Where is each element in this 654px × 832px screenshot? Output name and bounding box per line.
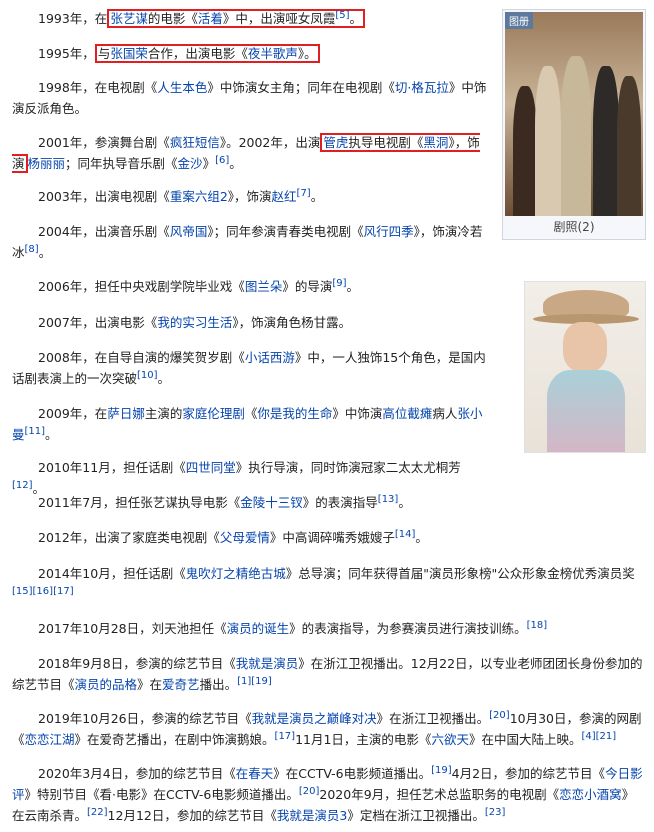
career-1998: 1998年，在电视剧《人生本色》中饰演女主角；同年在电视剧《切·格瓦拉》中饰演反… <box>12 80 487 116</box>
career-2004: 2004年，出演音乐剧《风帝国》；同年参演青春类电视剧《风行四季》，饰演冷若冰[… <box>12 224 483 260</box>
ref-12[interactable]: [12] <box>12 480 33 491</box>
career-2018: 2018年9月8日，参演的综艺节目《我就是演员》在浙江卫视播出。12月22日，以… <box>12 656 643 692</box>
career-2014: 2014年10月，担任话剧《鬼吹灯之精绝古城》总导演；同年获得首届"演员形象榜"… <box>12 566 635 597</box>
link-flowers-of-war[interactable]: 金陵十三钗 <box>240 495 303 510</box>
ref-21[interactable]: [21] <box>596 731 617 742</box>
portrait-photo[interactable] <box>524 281 646 453</box>
career-2020: 2020年3月4日，参加的综艺节目《在春天》在CCTV-6电影频道播出。[19]… <box>12 764 643 823</box>
link-xiaohua-xiyou[interactable]: 小话西游 <box>245 350 295 365</box>
link-liuyu-tian[interactable]: 六欲天 <box>431 732 469 747</box>
ref-20[interactable]: [20] <box>299 786 320 797</box>
ref-8[interactable]: [8] <box>25 244 39 255</box>
ref-15[interactable]: [15] <box>12 586 33 597</box>
link-paraplegia[interactable]: 高位截瘫 <box>382 406 432 421</box>
ref-23[interactable]: [23] <box>485 807 506 818</box>
link-wo-jiushi-yanyuan[interactable]: 我就是演员 <box>236 656 299 671</box>
link-leslie-cheung[interactable]: 张国荣 <box>110 46 148 61</box>
link-fumu-aiqing[interactable]: 父母爱情 <box>220 530 270 545</box>
link-guichuideng[interactable]: 鬼吹灯之精绝古城 <box>186 566 286 581</box>
link-feng-diguo[interactable]: 风帝国 <box>170 224 208 239</box>
career-2011: 2011年7月，担任张艺谋执导电影《金陵十三钗》的表演指导[13]。 <box>38 493 411 510</box>
career-2012: 2012年，出演了家庭类电视剧《父母爱情》中高调碎嘴秀娥嫂子[14]。 <box>38 528 428 545</box>
ref-9[interactable]: [9] <box>332 278 346 289</box>
career-1993: 1993年，在 张艺谋的电影《活着》中，出演哑女凤霞[5]。 <box>12 8 490 29</box>
photo-gallery[interactable]: 图册 剧照(2) <box>502 9 646 240</box>
ref-7[interactable]: [7] <box>297 188 311 199</box>
link-yanyuan-de-pinge[interactable]: 演员的品格 <box>75 677 138 692</box>
ref-10[interactable]: [10] <box>137 370 158 381</box>
link-phantom-lover[interactable]: 夜半歌声 <box>248 46 298 61</box>
ref-6[interactable]: [6] <box>215 155 229 166</box>
link-lianlian-xiaojiuwo[interactable]: 恋恋小酒窝 <box>559 787 622 802</box>
gallery-badge: 图册 <box>505 12 533 29</box>
link-fengxing-siji[interactable]: 风行四季 <box>364 224 414 239</box>
link-yang-lili[interactable]: 杨丽丽 <box>28 156 66 171</box>
link-fengkuang-duanxin[interactable]: 疯狂短信 <box>170 135 220 150</box>
ref-22[interactable]: [22] <box>87 807 108 818</box>
career-2007: 2007年，出演电影《我的实习生活》，饰演角色杨甘露。 <box>38 315 352 330</box>
link-guan-hu[interactable]: 管虎 <box>323 135 348 150</box>
career-2006: 2006年，担任中央戏剧学院毕业戏《图兰朵》的导演[9]。 <box>38 277 360 294</box>
ref-1[interactable]: [1] <box>237 676 251 687</box>
link-rensheng-bense[interactable]: 人生本色 <box>157 80 207 95</box>
link-sarina[interactable]: 萨日娜 <box>107 406 145 421</box>
link-yanyuan-de-dansheng[interactable]: 演员的诞生 <box>227 621 290 636</box>
ref-14[interactable]: [14] <box>395 529 416 540</box>
ref-20[interactable]: [20] <box>489 710 510 721</box>
ref-19[interactable]: [19] <box>251 676 272 687</box>
link-family-drama[interactable]: 家庭伦理剧 <box>182 406 245 421</box>
ref-4[interactable]: [4] <box>581 731 595 742</box>
link-wo-jiushi-yanyuan-3[interactable]: 我就是演员3 <box>277 808 347 823</box>
ref-18[interactable]: [18] <box>527 620 548 631</box>
link-jinsha[interactable]: 金沙 <box>178 156 203 171</box>
link-dianfeng-duijue[interactable]: 我就是演员之巅峰对决 <box>252 711 377 726</box>
career-2008: 2008年，在自导自演的爆笑贺岁剧《小话西游》中，一人独饰15个角色，是国内话剧… <box>12 350 486 386</box>
gallery-image[interactable] <box>505 12 643 216</box>
ref-17[interactable]: [17] <box>275 731 296 742</box>
link-che-guevara[interactable]: 切·格瓦拉 <box>395 80 449 95</box>
career-2019: 2019年10月26日，参演的综艺节目《我就是演员之巅峰对决》在浙江卫视播出。[… <box>12 709 642 747</box>
ref-17[interactable]: [17] <box>53 586 74 597</box>
career-2003: 2003年，出演电视剧《重案六组2》，饰演赵红[7]。 <box>38 187 324 204</box>
link-sishi-tongtang[interactable]: 四世同堂 <box>186 460 236 475</box>
link-zai-chuntian[interactable]: 在春天 <box>236 766 274 781</box>
gallery-caption[interactable]: 剧照(2) <box>503 218 645 235</box>
link-zhang-yimou[interactable]: 张艺谋 <box>110 11 148 26</box>
link-iqiyi[interactable]: 爱奇艺 <box>162 677 200 692</box>
link-black-hole[interactable]: 黑洞 <box>423 135 448 150</box>
highlight-box: 与张国荣合作，出演电影《夜半歌声》。 <box>94 44 320 63</box>
link-zhongan-liuzu-2[interactable]: 重案六组2 <box>170 189 228 204</box>
ref-13[interactable]: [13] <box>378 494 399 505</box>
career-1995: 1995年， 与张国荣合作，出演电影《夜半歌声》。 <box>12 43 490 64</box>
ref-19[interactable]: [19] <box>431 765 452 776</box>
link-lianlian-jianghu[interactable]: 恋恋江湖 <box>25 732 75 747</box>
career-2001: 2001年，参演舞台剧《疯狂短信》。2002年，出演 管虎执导电视剧《黑洞》，饰演… <box>12 133 480 173</box>
link-shixi-shenghuo[interactable]: 我的实习生活 <box>157 315 232 330</box>
link-to-live[interactable]: 活着 <box>198 11 223 26</box>
ref-11[interactable]: [11] <box>25 426 46 437</box>
ref-5[interactable]: [5] <box>335 10 349 21</box>
ref-16[interactable]: [16] <box>33 586 54 597</box>
career-2017: 2017年10月28日，刘天池担任《演员的诞生》的表演指导，为参赛演员进行演技训… <box>38 619 548 636</box>
career-2009: 2009年，在萨日娜主演的家庭伦理剧《你是我的生命》中饰演高位截瘫病人张小曼[1… <box>12 406 483 442</box>
highlight-box: 张艺谋的电影《活着》中，出演哑女凤霞[5]。 <box>107 9 366 28</box>
link-zhao-hong[interactable]: 赵红 <box>272 189 297 204</box>
link-ni-shi-wode-shengming[interactable]: 你是我的生命 <box>257 406 332 421</box>
link-turandot[interactable]: 图兰朵 <box>245 279 283 294</box>
